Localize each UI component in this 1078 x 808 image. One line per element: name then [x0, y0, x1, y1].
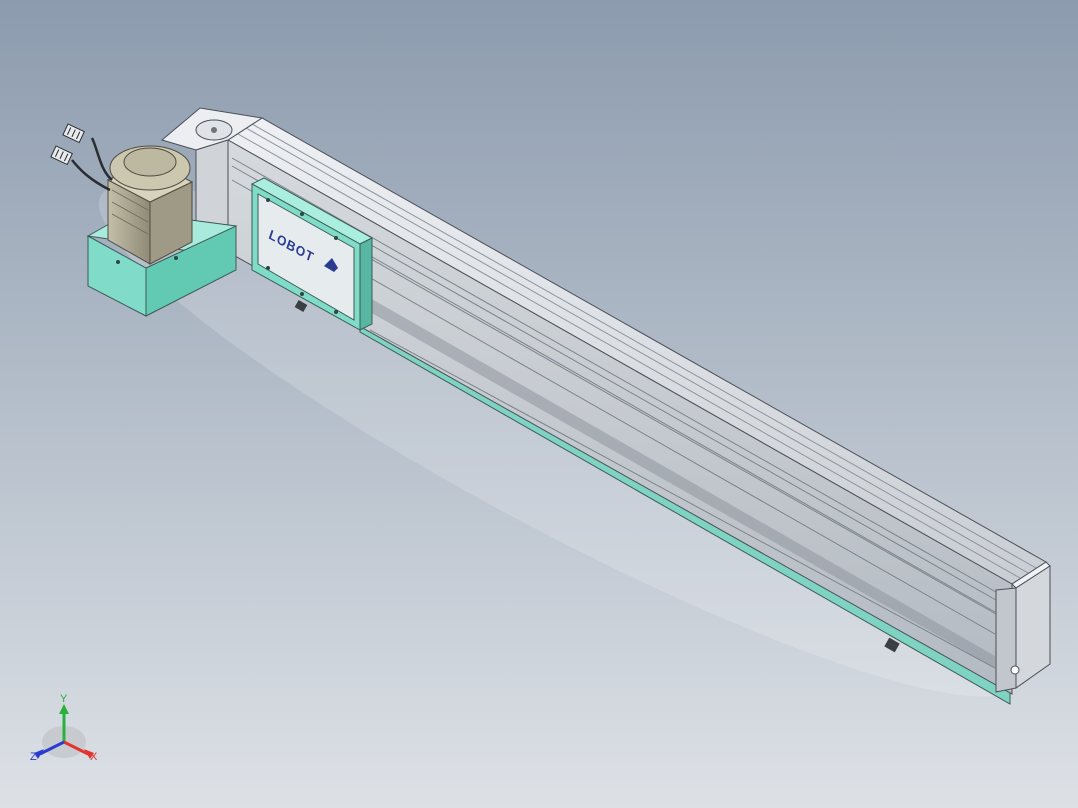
triad-x-label: X [90, 751, 98, 763]
triad-y-label: Y [60, 693, 68, 705]
triad-z-label: Z [30, 751, 37, 763]
end-cap-hole [1010, 665, 1020, 675]
carriage-side [359, 237, 373, 331]
motor-top-boss [123, 147, 177, 177]
end-cap-front [995, 587, 1017, 693]
view-orientation-triad[interactable]: Y X Z [24, 692, 108, 772]
graphics-viewport[interactable]: LOBOT Y X Z [0, 0, 1078, 808]
coupling-center [211, 127, 217, 133]
linear-actuator-model[interactable]: LOBOT [0, 0, 1078, 808]
